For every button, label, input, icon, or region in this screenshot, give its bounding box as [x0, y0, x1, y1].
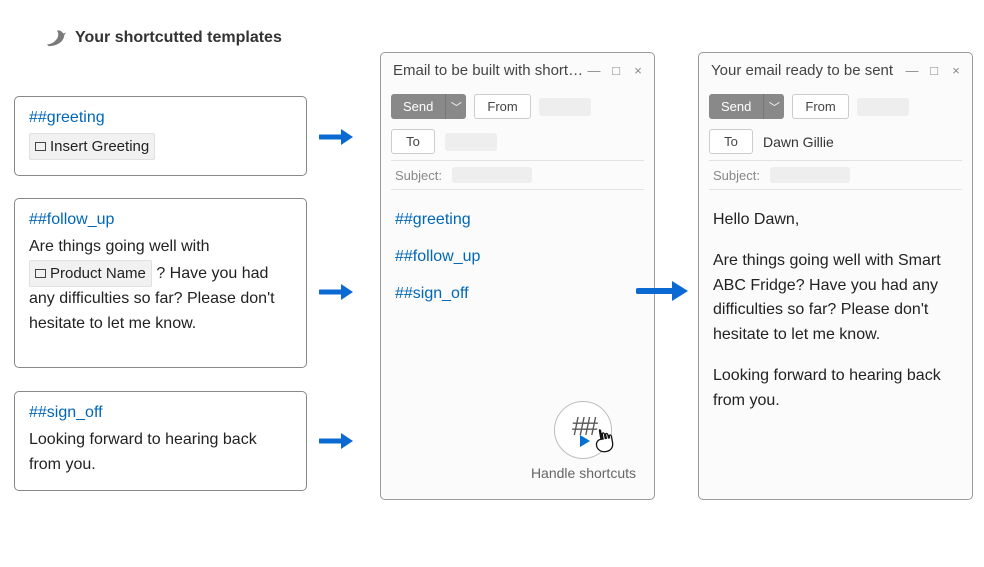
- arrow-icon: [319, 283, 353, 301]
- to-value: Dawn Gillie: [763, 131, 834, 153]
- shortcut-tag: ##greeting: [29, 109, 292, 127]
- to-row: To: [381, 125, 654, 158]
- subject-row: Subject:: [381, 161, 654, 187]
- to-row: To Dawn Gillie: [699, 125, 972, 158]
- subject-value-placeholder: [770, 167, 850, 183]
- handle-shortcuts-button[interactable]: ## Handle shortcuts: [531, 401, 636, 481]
- send-dropdown-button[interactable]: ﹀: [764, 94, 784, 119]
- window-controls: — □ ×: [586, 64, 646, 77]
- templates-heading-text: Your shortcutted templates: [75, 29, 282, 47]
- merge-field-label: Product Name: [50, 262, 146, 285]
- result-email-window: Your email ready to be sent — □ × Send ﹀…: [698, 52, 973, 500]
- maximize-button[interactable]: □: [926, 64, 942, 77]
- cursor-icon: [589, 426, 620, 462]
- body-shortcut-tag: ##sign_off: [395, 282, 640, 307]
- body-shortcut-tag: ##follow_up: [395, 245, 640, 270]
- arrow-icon: [636, 280, 688, 302]
- arrow-icon: [319, 128, 353, 146]
- window-titlebar: Email to be built with shortcuts — □ ×: [381, 53, 654, 88]
- send-button-group: Send ﹀: [391, 94, 466, 119]
- subject-label: Subject:: [395, 168, 442, 183]
- shortcut-tag: ##follow_up: [29, 211, 292, 229]
- send-dropdown-button[interactable]: ﹀: [446, 94, 466, 119]
- from-value-placeholder: [857, 98, 909, 116]
- send-button[interactable]: Send: [709, 94, 764, 119]
- close-button[interactable]: ×: [948, 64, 964, 77]
- subject-label: Subject:: [713, 168, 760, 183]
- templates-heading: Your shortcutted templates: [45, 28, 282, 48]
- mail-toolbar: Send ﹀ From: [699, 88, 972, 125]
- arrow-icon: [319, 432, 353, 450]
- body-paragraph: Hello Dawn,: [713, 208, 958, 233]
- template-card-greeting: ##greeting Insert Greeting: [14, 96, 307, 176]
- subject-row: Subject:: [699, 161, 972, 187]
- compose-email-window: Email to be built with shortcuts — □ × S…: [380, 52, 655, 500]
- mail-toolbar: Send ﹀ From: [381, 88, 654, 125]
- maximize-button[interactable]: □: [608, 64, 624, 77]
- template-text-before: Are things going well with: [29, 238, 210, 255]
- merge-field-icon: [35, 269, 46, 278]
- template-body: Are things going well with Product Name …: [29, 235, 292, 337]
- shortcut-tag: ##sign_off: [29, 404, 292, 422]
- body-shortcut-tag: ##greeting: [395, 208, 640, 233]
- window-title: Your email ready to be sent: [711, 62, 904, 79]
- merge-field-chip: Insert Greeting: [29, 133, 155, 160]
- mail-body[interactable]: Hello Dawn, Are things going well with S…: [699, 190, 972, 440]
- handle-shortcuts-label: Handle shortcuts: [531, 465, 636, 481]
- send-button[interactable]: Send: [391, 94, 446, 119]
- from-button[interactable]: From: [792, 94, 848, 119]
- subject-value-placeholder: [452, 167, 532, 183]
- to-button[interactable]: To: [391, 129, 435, 154]
- merge-field-icon: [35, 142, 46, 151]
- body-paragraph: Looking forward to hearing back from you…: [713, 364, 958, 414]
- bird-logo-icon: [45, 28, 67, 48]
- to-button[interactable]: To: [709, 129, 753, 154]
- mail-body[interactable]: ##greeting ##follow_up ##sign_off: [381, 190, 654, 328]
- template-card-sign-off: ##sign_off Looking forward to hearing ba…: [14, 391, 307, 491]
- template-card-follow-up: ##follow_up Are things going well with P…: [14, 198, 307, 368]
- body-paragraph: Are things going well with Smart ABC Fri…: [713, 249, 958, 348]
- window-controls: — □ ×: [904, 64, 964, 77]
- close-button[interactable]: ×: [630, 64, 646, 77]
- window-title: Email to be built with shortcuts: [393, 62, 586, 79]
- minimize-button[interactable]: —: [586, 64, 602, 77]
- from-button[interactable]: From: [474, 94, 530, 119]
- template-body: Insert Greeting: [29, 133, 292, 160]
- merge-field-label: Insert Greeting: [50, 135, 149, 158]
- to-value-placeholder: [445, 133, 497, 151]
- from-value-placeholder: [539, 98, 591, 116]
- send-button-group: Send ﹀: [709, 94, 784, 119]
- handle-shortcuts-icon: ##: [554, 401, 612, 459]
- window-titlebar: Your email ready to be sent — □ ×: [699, 53, 972, 88]
- merge-field-chip: Product Name: [29, 260, 152, 287]
- minimize-button[interactable]: —: [904, 64, 920, 77]
- template-body: Looking forward to hearing back from you…: [29, 428, 292, 478]
